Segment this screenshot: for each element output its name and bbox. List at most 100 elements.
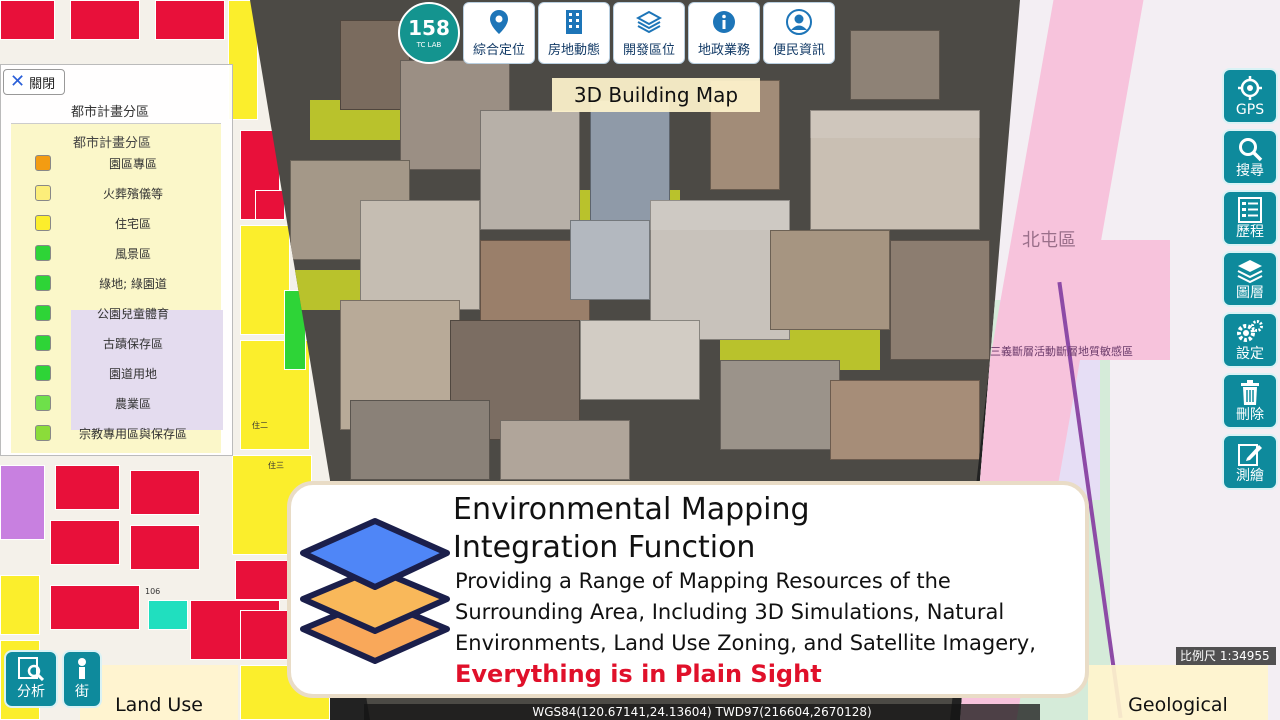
feature-info-card: Environmental Mapping Integration Functi…	[287, 481, 1089, 698]
legend-item: 公園兒童體育	[35, 302, 215, 324]
legend-item: 火葬殯儀等	[35, 182, 215, 204]
app-logo[interactable]: 158 TC LAB	[398, 2, 460, 64]
toolbar-button-label: 便民資訊	[772, 42, 825, 58]
legend-swatch	[35, 305, 51, 321]
zone-label: 住三	[268, 461, 284, 470]
legend-item-label: 農業區	[114, 396, 151, 411]
legend-item-label: 宗教專用區與保存區	[78, 426, 187, 441]
toolbar-button-label: 開發區位	[622, 42, 675, 58]
legend-item: 宗教專用區與保存區	[35, 422, 215, 444]
legend-item: 園道用地	[35, 362, 215, 384]
building	[830, 380, 980, 460]
close-icon: ✕	[10, 71, 26, 92]
legend-swatch	[35, 425, 51, 441]
toolbar-button-label: 地政業務	[697, 42, 750, 58]
legend-swatch	[35, 215, 51, 231]
building	[500, 420, 630, 480]
tool-label: 刪除	[1236, 407, 1264, 423]
toolbar-button-public-info[interactable]: 便民資訊	[763, 2, 835, 64]
analysis-icon	[18, 657, 44, 681]
coordinates-readout: WGS84(120.67141,24.13604) TWD97(216604,2…	[364, 704, 1040, 720]
layers-button[interactable]: 圖層	[1222, 251, 1278, 307]
building	[570, 220, 650, 300]
close-legend-button[interactable]: ✕ 關閉	[3, 69, 65, 95]
toolbar-button-development[interactable]: 開發區位	[613, 2, 685, 64]
street-view-button[interactable]: 街	[62, 650, 102, 708]
legend-swatch	[35, 395, 51, 411]
legend-item-label: 古蹟保存區	[102, 336, 163, 351]
measure-button[interactable]: 測繪	[1222, 434, 1278, 490]
layer-top-shape	[300, 518, 450, 590]
zone-block	[240, 225, 290, 335]
zone-block	[130, 525, 200, 570]
user-icon	[786, 8, 812, 35]
legend-item-label: 住宅區	[114, 216, 151, 231]
fault-zone-label: 三義斷層活動斷層地質敏感區	[990, 345, 1133, 358]
zone-label: 106	[145, 587, 161, 596]
zone-block	[130, 470, 200, 515]
zone-block	[148, 600, 188, 630]
toolbar-button-land-admin[interactable]: 地政業務	[688, 2, 760, 64]
legend-item-label: 園道用地	[108, 366, 157, 381]
geo-caption-text: Geological Sensitivity Map	[1105, 694, 1250, 720]
building	[580, 320, 700, 400]
legend-item: 園區專區	[35, 152, 215, 174]
history-button[interactable]: 歷程	[1222, 190, 1278, 246]
zone-block	[0, 465, 45, 540]
building	[480, 110, 580, 230]
roof-highlight	[810, 110, 980, 138]
gps-button[interactable]: GPS	[1222, 68, 1278, 124]
legend-subtitle: 都市計畫分區	[73, 136, 152, 151]
legend-swatch	[35, 155, 51, 171]
zone-block	[155, 0, 225, 40]
legend-swatch	[35, 185, 51, 201]
zone-block	[70, 0, 140, 40]
info-icon	[711, 9, 737, 35]
legend-swatch	[35, 275, 51, 291]
info-card-highlight: Everything is in Plain Sight	[455, 660, 822, 688]
zone-block	[55, 465, 120, 510]
zone-block	[255, 190, 285, 220]
logo-subtext: TC LAB	[416, 40, 442, 49]
info-card-body: Providing a Range of Mapping Resources o…	[455, 569, 1036, 655]
tool-label: 搜尋	[1236, 163, 1264, 179]
layers-icon	[636, 9, 662, 35]
legend-item-label: 風景區	[114, 246, 151, 261]
building	[350, 400, 490, 480]
zone-block	[0, 0, 55, 40]
toolbar-button-real-estate[interactable]: 房地動態	[538, 2, 610, 64]
search-icon	[1236, 135, 1264, 163]
legend-item-label: 綠地; 綠園道	[99, 276, 167, 291]
zone-block	[50, 520, 120, 565]
tool-label: 歷程	[1236, 224, 1264, 240]
gear-icon	[1236, 318, 1264, 346]
land-use-caption: Land Use Zoning Map	[80, 665, 238, 720]
tool-label: 圖層	[1236, 285, 1264, 301]
zone-label: 住二	[252, 421, 268, 430]
zone-block	[0, 575, 40, 635]
layers-icon	[1236, 257, 1264, 285]
district-label: 北屯區	[1022, 230, 1076, 251]
legend-item: 農業區	[35, 392, 215, 414]
zoning-legend-panel: ✕ 關閉 都市計畫分區 都市計畫分區 園區專區火葬殯儀等住宅區風景區綠地; 綠園…	[0, 64, 233, 456]
geo-sensitive-zone	[1020, 240, 1170, 360]
right-tool-column: GPS 搜尋 歷程 圖層 設定 刪除 測繪	[1222, 68, 1278, 495]
delete-button[interactable]: 刪除	[1222, 373, 1278, 429]
building	[890, 240, 990, 360]
legend-item: 綠地; 綠園道	[35, 272, 215, 294]
info-card-title: Environmental Mapping Integration Functi…	[453, 492, 810, 565]
street-icon	[78, 658, 86, 679]
legend-item: 風景區	[35, 242, 215, 264]
tool-label: 測繪	[1236, 468, 1264, 484]
pencil-icon	[1236, 440, 1264, 468]
settings-button[interactable]: 設定	[1222, 312, 1278, 368]
map-pin-icon	[486, 9, 512, 35]
toolbar-button-location[interactable]: 綜合定位	[463, 2, 535, 64]
search-button[interactable]: 搜尋	[1222, 129, 1278, 185]
legend-swatch	[35, 335, 51, 351]
close-label: 關閉	[29, 76, 56, 92]
top-toolbar: 158 TC LAB 綜合定位 房地動態 開發區位 地政業務 便民資訊	[398, 2, 835, 64]
legend-item-label: 園區專區	[108, 156, 157, 171]
analysis-button[interactable]: 分析	[4, 650, 58, 708]
legend-box: 都市計畫分區 園區專區火葬殯儀等住宅區風景區綠地; 綠園道公園兒童體育古蹟保存區…	[11, 123, 223, 453]
